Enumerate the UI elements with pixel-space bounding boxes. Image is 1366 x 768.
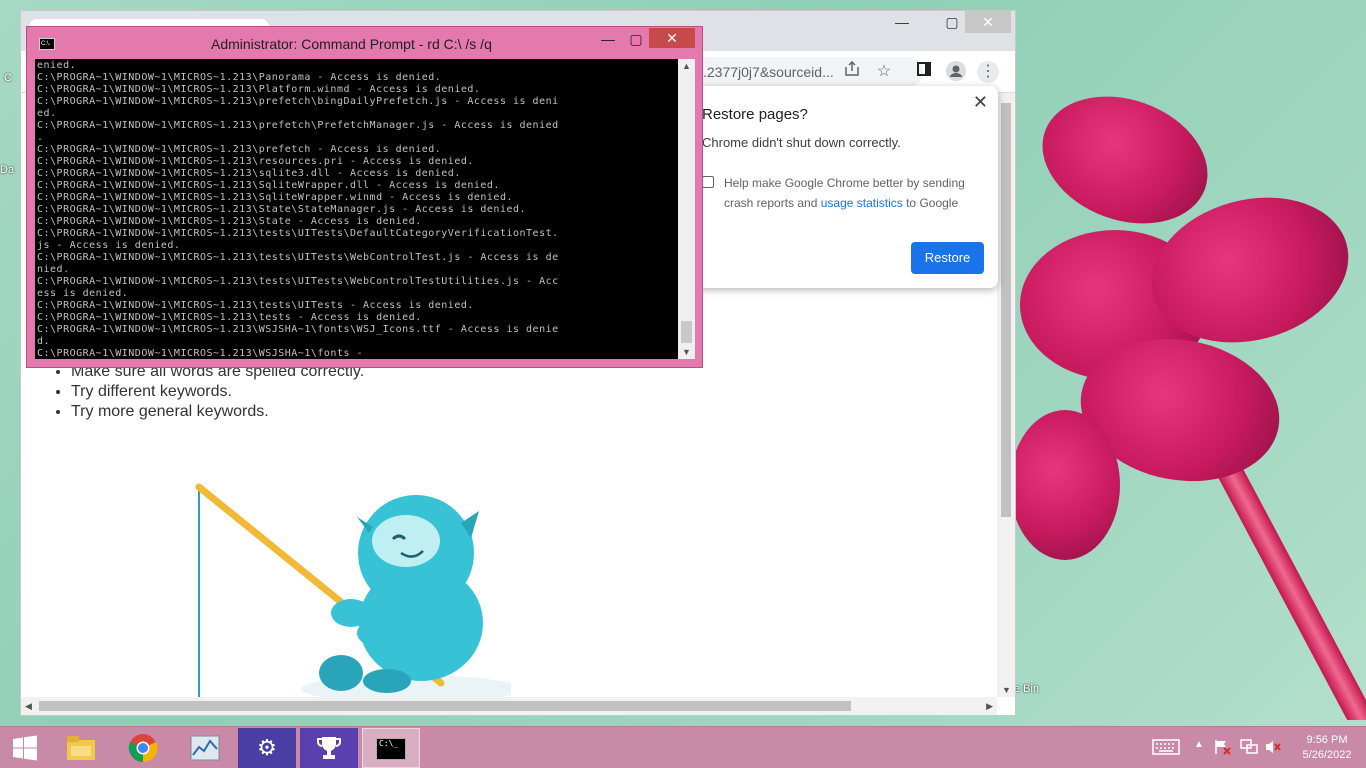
clock-time: 9:56 PM: [1306, 734, 1348, 746]
scroll-right-arrow-icon[interactable]: ▶: [986, 701, 993, 712]
scrollbar-thumb[interactable]: [681, 321, 692, 343]
clock-date: 5/26/2022: [1302, 749, 1352, 761]
cmd-taskbar-glyph: C:\_: [376, 738, 406, 760]
dialog-message: Chrome didn't shut down correctly.: [702, 135, 901, 150]
console-line: ess is denied.: [37, 288, 129, 299]
scroll-down-arrow-icon[interactable]: ▼: [682, 347, 691, 357]
settings-icon[interactable]: ⚙: [238, 728, 296, 768]
scroll-up-arrow-icon[interactable]: ▲: [682, 61, 691, 71]
list-item: Try more general keywords.: [71, 403, 364, 421]
console-line: C:\PROGRA~1\WINDOW~1\MICROS~1.213\sqlite…: [37, 168, 461, 179]
desktop-icon-label[interactable]: C: [4, 72, 12, 84]
console-line: C:\PROGRA~1\WINDOW~1\MICROS~1.213\prefet…: [37, 120, 559, 131]
scrollbar-thumb[interactable]: [39, 701, 851, 711]
scrollbar-thumb[interactable]: [1001, 103, 1011, 517]
help-text-end: to Google: [902, 196, 959, 210]
desktop-icon-label[interactable]: Da: [0, 164, 14, 176]
chevron-up-icon[interactable]: ▲: [1194, 739, 1204, 750]
console-line: C:\PROGRA~1\WINDOW~1\MICROS~1.213\WSJSHA…: [37, 324, 559, 335]
list-item: Try different keywords.: [71, 383, 364, 401]
console-line: ed.: [37, 108, 57, 119]
network-icon[interactable]: [1240, 739, 1258, 758]
console-line: C:\PROGRA~1\WINDOW~1\MICROS~1.213\tests\…: [37, 276, 559, 287]
restore-button[interactable]: Restore: [911, 242, 984, 274]
scroll-down-arrow-icon[interactable]: ▼: [1002, 685, 1011, 695]
maximize-button[interactable]: ▢: [619, 29, 653, 49]
scroll-left-arrow-icon[interactable]: ◀: [25, 701, 32, 712]
console-line: d.: [37, 336, 51, 347]
windows-logo-icon: [13, 735, 37, 761]
side-panel-icon[interactable]: [913, 61, 935, 83]
recycle-bin-label[interactable]: e Bin: [1014, 683, 1039, 695]
menu-icon[interactable]: ⋮: [977, 61, 999, 83]
console-line: C:\PROGRA~1\WINDOW~1\MICROS~1.213\prefet…: [37, 96, 559, 107]
flower-stem: [1201, 433, 1366, 720]
horizontal-scrollbar[interactable]: ◀ ▶: [21, 697, 997, 715]
console-line: .: [37, 132, 44, 143]
start-button[interactable]: [0, 728, 50, 768]
search-tips-list: Make sure all words are spelled correctl…: [71, 363, 364, 423]
flag-icon[interactable]: [1214, 739, 1232, 758]
usage-statistics-link[interactable]: usage statistics: [821, 196, 903, 210]
console-line: C:\PROGRA~1\WINDOW~1\MICROS~1.213\Panora…: [37, 72, 442, 83]
flower-petal: [1010, 410, 1120, 560]
address-bar-text: .2377j0j7&sourceid...: [703, 64, 834, 80]
window-title: Administrator: Command Prompt - rd C:\ /…: [211, 36, 492, 52]
console-line: C:\PROGRA~1\WINDOW~1\MICROS~1.213\tests\…: [37, 252, 559, 263]
close-icon[interactable]: ✕: [973, 92, 988, 113]
restore-pages-dialog: Restore pages? ✕ Chrome didn't shut down…: [682, 86, 998, 288]
console-output[interactable]: enied. C:\PROGRA~1\WINDOW~1\MICROS~1.213\…: [35, 59, 678, 359]
console-line: C:\PROGRA~1\WINDOW~1\MICROS~1.213\tests\…: [37, 300, 474, 311]
taskbar: ⚙ C:\_ ▲ 9:56 PM 5/26/2022: [0, 726, 1366, 768]
file-explorer-icon[interactable]: [52, 728, 110, 768]
system-clock[interactable]: 9:56 PM 5/26/2022: [1292, 733, 1362, 763]
console-scrollbar[interactable]: ▲ ▼: [678, 59, 695, 359]
cmd-icon[interactable]: C:\_: [362, 728, 420, 768]
trophy-icon[interactable]: [300, 728, 358, 768]
console-line: js - Access is denied.: [37, 240, 181, 251]
console-line: C:\PROGRA~1\WINDOW~1\MICROS~1.213\Sqlite…: [37, 192, 513, 203]
console-line: C:\PROGRA~1\WINDOW~1\MICROS~1.213\Sqlite…: [37, 180, 500, 191]
cmd-window-icon: C:\.: [39, 38, 55, 50]
chrome-icon[interactable]: [114, 728, 172, 768]
console-line: enied.: [37, 60, 77, 71]
console-line: C:\PROGRA~1\WINDOW~1\MICROS~1.213\tests …: [37, 312, 422, 323]
keyboard-icon[interactable]: [1152, 739, 1180, 758]
volume-muted-icon[interactable]: [1264, 739, 1282, 758]
vertical-scrollbar[interactable]: ▼: [997, 93, 1015, 697]
task-manager-icon[interactable]: [176, 728, 234, 768]
star-icon[interactable]: ☆: [873, 61, 895, 83]
close-button[interactable]: ✕: [649, 28, 695, 48]
console-line: C:\PROGRA~1\WINDOW~1\MICROS~1.213\prefet…: [37, 144, 442, 155]
crash-reports-label: Help make Google Chrome better by sendin…: [724, 173, 984, 213]
profile-icon[interactable]: [945, 61, 967, 83]
minimize-button[interactable]: —: [879, 11, 925, 33]
close-button[interactable]: ✕: [965, 11, 1011, 33]
console-line: C:\PROGRA~1\WINDOW~1\MICROS~1.213\State\…: [37, 204, 527, 215]
desktop-wallpaper-flower: [1000, 80, 1366, 720]
console-line: C:\PROGRA~1\WINDOW~1\MICROS~1.213\WSJSHA…: [37, 348, 364, 359]
console-line: C:\PROGRA~1\WINDOW~1\MICROS~1.213\tests\…: [37, 228, 559, 239]
console-line: C:\PROGRA~1\WINDOW~1\MICROS~1.213\Platfo…: [37, 84, 481, 95]
console-line: nied.: [37, 264, 70, 275]
console-line: C:\PROGRA~1\WINDOW~1\MICROS~1.213\State …: [37, 216, 422, 227]
fishing-monster-illustration: [195, 483, 511, 697]
crash-reports-checkbox[interactable]: [702, 176, 714, 188]
command-prompt-window: C:\. Administrator: Command Prompt - rd …: [26, 26, 703, 368]
share-icon[interactable]: [841, 60, 863, 83]
dialog-title: Restore pages?: [702, 106, 808, 123]
console-line: C:\PROGRA~1\WINDOW~1\MICROS~1.213\resour…: [37, 156, 474, 167]
